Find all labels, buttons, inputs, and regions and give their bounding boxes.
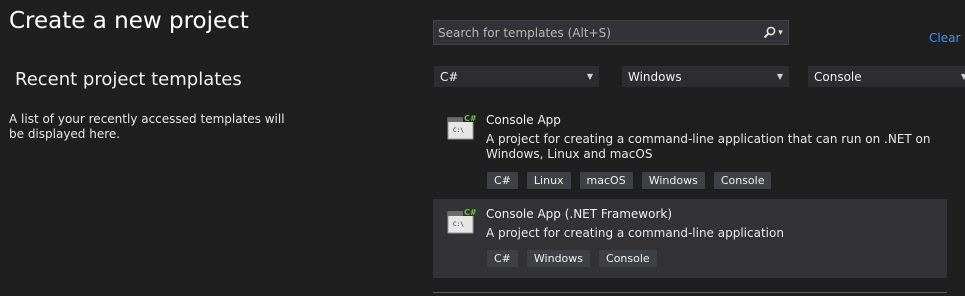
tag-csharp: C# [487,250,518,267]
search-button[interactable]: ▾ [758,21,788,44]
template-description: A project for creating a command-line ap… [486,132,931,161]
language-filter-dropdown[interactable]: C# ▼ [434,66,599,87]
tag-console: Console [713,172,772,189]
console-app-icon: C:\ C# [447,207,477,234]
search-input[interactable] [434,20,758,45]
template-item-console-app[interactable]: C:\ C# Console App A project for creatin… [433,105,947,197]
svg-text:C:\: C:\ [453,127,464,134]
template-name: Console App (.NET Framework) [486,207,673,221]
page-title: Create a new project [9,8,249,34]
chevron-down-icon: ▼ [960,72,965,81]
clear-all-link[interactable]: Clear a [929,31,965,45]
language-filter-value: C# [440,69,459,84]
platform-filter-dropdown[interactable]: Windows ▼ [622,66,789,87]
template-item-console-app-net-framework[interactable]: C:\ C# Console App (.NET Framework) A pr… [433,199,947,278]
project-type-filter-dropdown[interactable]: Console ▼ [808,66,965,87]
chevron-down-icon: ▼ [776,72,783,81]
chevron-down-icon: ▾ [778,27,783,38]
template-tags: C# Windows Console [487,250,657,267]
template-name: Console App [486,113,561,127]
tag-csharp: C# [487,172,518,189]
list-divider [433,292,947,293]
search-icon [764,26,776,39]
template-search-box: ▾ [433,20,789,45]
svg-text:C#: C# [464,114,477,123]
tag-macos: macOS [579,172,633,189]
chevron-down-icon: ▼ [586,72,593,81]
template-tags: C# Linux macOS Windows Console [487,172,772,189]
create-project-page: Create a new project Recent project temp… [0,0,965,296]
svg-text:C#: C# [464,208,477,217]
recent-templates-heading: Recent project templates [15,69,242,90]
project-type-filter-value: Console [814,69,862,84]
template-description: A project for creating a command-line ap… [486,226,784,240]
tag-linux: Linux [526,172,571,189]
platform-filter-value: Windows [628,69,682,84]
console-app-icon: C:\ C# [447,113,477,140]
tag-windows: Windows [526,250,591,267]
recent-templates-description: A list of your recently accessed templat… [9,112,285,141]
svg-text:C:\: C:\ [453,221,464,228]
tag-windows: Windows [641,172,705,189]
tag-console: Console [599,250,657,267]
